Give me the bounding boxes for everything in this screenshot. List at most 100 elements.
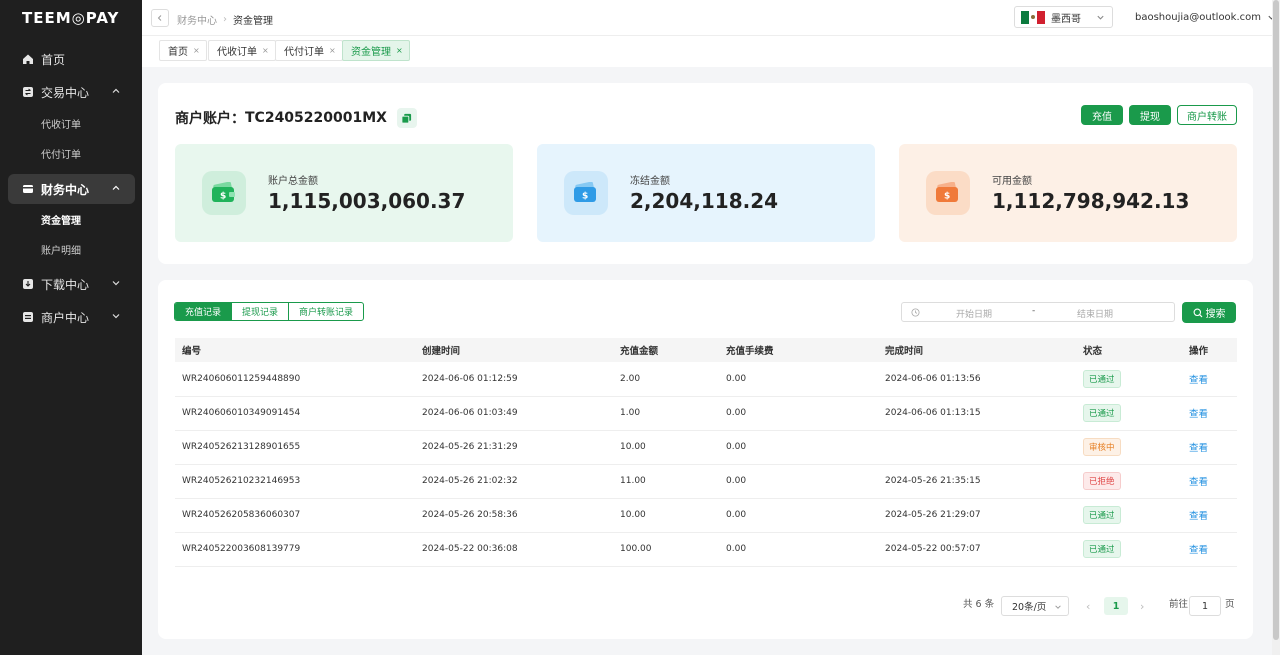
top-bar: 财务中心 › 资金管理 墨西哥 baoshoujia@outlook.com (142, 0, 1275, 36)
view-link[interactable]: 查看 (1189, 409, 1208, 420)
next-page-icon[interactable]: › (1140, 600, 1144, 613)
sidebar-item-merchant-center[interactable]: 商户中心 (8, 302, 135, 332)
svg-text:$: $ (220, 192, 226, 202)
table-cell-status: 已通过 (1076, 362, 1182, 397)
download-icon (22, 278, 34, 290)
table-cell-amount: 10.00 (613, 498, 719, 533)
table-cell-fee: 0.00 (719, 464, 878, 499)
table-cell-amount: 100.00 (613, 532, 719, 567)
breadcrumb-separator: › (223, 14, 227, 25)
copy-icon (401, 113, 412, 124)
segment-transfer-records[interactable]: 商户转账记录 (289, 303, 363, 320)
close-icon[interactable]: × (262, 46, 269, 55)
sidebar-item-download-center[interactable]: 下载中心 (8, 269, 135, 299)
view-link[interactable]: 查看 (1189, 375, 1208, 386)
table-cell-amount: 11.00 (613, 464, 719, 499)
sidebar-item-home[interactable]: 首页 (8, 44, 135, 74)
date-start-input[interactable]: 开始日期 (956, 307, 992, 320)
wallet-orange-icon: $ (926, 171, 970, 215)
svg-text:$: $ (582, 192, 588, 202)
table-cell-status: 已拒绝 (1076, 464, 1182, 499)
tab-label: 代付订单 (284, 47, 324, 58)
table-cell-action: 查看 (1182, 362, 1237, 397)
stat-value: 1,112,798,942.13 (992, 189, 1190, 213)
sidebar-subitem-account-details[interactable]: 账户明细 (41, 242, 81, 262)
page-number-current[interactable]: 1 (1104, 597, 1128, 615)
tab-fund-management[interactable]: 资金管理 × (342, 40, 410, 61)
tab-collect-orders[interactable]: 代收订单 × (208, 40, 276, 61)
close-icon[interactable]: × (329, 46, 336, 55)
table-cell-completed: 2024-05-26 21:35:15 (878, 464, 1076, 499)
table-cell-fee: 0.00 (719, 498, 878, 533)
exchange-icon (22, 86, 34, 98)
chevron-down-icon (112, 314, 120, 319)
segment-withdraw-records[interactable]: 提现记录 (232, 303, 290, 320)
sidebar-subitem-payout-orders[interactable]: 代付订单 (41, 146, 81, 166)
view-link[interactable]: 查看 (1189, 477, 1208, 488)
goto-page-input[interactable]: 1 (1189, 596, 1221, 616)
merchant-transfer-button[interactable]: 商户转账 (1177, 105, 1237, 125)
column-header: 状态 (1076, 338, 1182, 362)
stat-card-total: $ 账户总金额 1,115,003,060.37 (175, 144, 513, 242)
scrollbar-thumb[interactable] (1273, 0, 1279, 640)
view-link[interactable]: 查看 (1189, 511, 1208, 522)
stat-label: 冻结金额 (630, 176, 670, 187)
table-cell-completed: 2024-06-06 01:13:15 (878, 396, 1076, 431)
table-cell-fee: 0.00 (719, 532, 878, 567)
sidebar-subitem-collect-orders[interactable]: 代收订单 (41, 116, 81, 136)
country-select[interactable]: 墨西哥 (1014, 6, 1113, 28)
table-cell-status: 已通过 (1076, 498, 1182, 533)
table-cell-action: 查看 (1182, 430, 1237, 465)
tab-home[interactable]: 首页 × (159, 40, 207, 61)
sidebar-item-finance-center[interactable]: 财务中心 (8, 174, 135, 204)
chevron-down-icon (112, 281, 120, 286)
copy-button[interactable] (396, 108, 417, 128)
sidebar-subitem-fund-management[interactable]: 资金管理 (41, 212, 81, 232)
column-header: 操作 (1182, 338, 1237, 362)
mexico-flag-icon (1021, 10, 1045, 24)
svg-text:$: $ (944, 192, 950, 202)
view-link[interactable]: 查看 (1189, 443, 1208, 454)
table-cell-id: WR240522003608139779 (175, 532, 415, 567)
page-scrollbar[interactable] (1272, 0, 1280, 655)
tab-payout-orders[interactable]: 代付订单 × (275, 40, 343, 61)
stat-label: 账户总金额 (268, 176, 318, 187)
table-cell-id: WR240526210232146953 (175, 464, 415, 499)
account-card: 商户账户： TC2405220001MX 充值 提现 商户转账 $ 账户总金额 … (158, 83, 1253, 264)
table-cell-amount: 1.00 (613, 396, 719, 431)
status-badge: 已通过 (1083, 404, 1121, 422)
chevron-up-icon (112, 185, 120, 190)
page-size-value: 20条/页 (1012, 602, 1047, 613)
back-button[interactable] (151, 9, 169, 27)
page-size-select[interactable]: 20条/页 (1001, 596, 1069, 616)
segment-recharge-records[interactable]: 充值记录 (175, 303, 233, 320)
column-header: 完成时间 (878, 338, 1076, 362)
stat-label: 可用金额 (992, 176, 1032, 187)
table-row: WR240526213128901655 2024-05-26 21:31:29 1… (175, 430, 1237, 465)
table-row: WR240526205836060307 2024-05-26 20:58:36 1… (175, 498, 1237, 533)
date-end-input[interactable]: 结束日期 (1077, 307, 1113, 320)
breadcrumb-parent[interactable]: 财务中心 (177, 12, 217, 27)
home-icon (22, 53, 34, 65)
search-button[interactable]: 搜索 (1182, 302, 1236, 323)
table-cell-id: WR240606011259448890 (175, 362, 415, 397)
date-range-picker[interactable]: 开始日期 - 结束日期 (901, 302, 1175, 322)
view-link[interactable]: 查看 (1189, 545, 1208, 556)
sidebar-item-trade-center[interactable]: 交易中心 (8, 77, 135, 107)
withdraw-button[interactable]: 提现 (1129, 105, 1171, 125)
close-icon[interactable]: × (193, 46, 200, 55)
table-cell-created: 2024-05-26 20:58:36 (415, 498, 613, 533)
page-suffix: 页 (1225, 599, 1235, 610)
table-cell-amount: 10.00 (613, 430, 719, 465)
user-email: baoshoujia@outlook.com (1135, 12, 1262, 23)
column-header: 创建时间 (415, 338, 613, 362)
user-menu[interactable]: baoshoujia@outlook.com (1135, 12, 1276, 23)
table-cell-id: WR240526205836060307 (175, 498, 415, 533)
table-cell-completed: 2024-05-26 21:29:07 (878, 498, 1076, 533)
prev-page-icon[interactable]: ‹ (1086, 600, 1090, 613)
recharge-button[interactable]: 充值 (1081, 105, 1123, 125)
breadcrumb-current: 资金管理 (233, 16, 273, 27)
close-icon[interactable]: × (396, 46, 403, 55)
breadcrumb: 财务中心 › 资金管理 (177, 12, 273, 27)
sidebar: TEEM◎PAY 首页 交易中心 代收订单 代付订单 财务中心 资金管理 账户明… (0, 0, 142, 655)
